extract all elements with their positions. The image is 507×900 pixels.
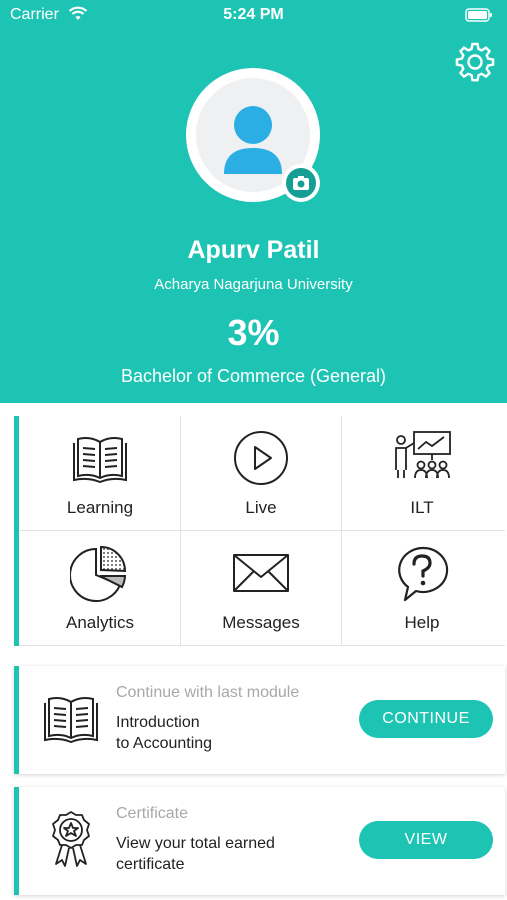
menu-item-help[interactable]: Help — [342, 531, 502, 645]
continue-module-card: Continue with last module Introduction t… — [14, 666, 505, 774]
university-name: Acharya Nagarjuna University — [154, 276, 353, 293]
view-certificate-button[interactable]: VIEW — [359, 821, 493, 859]
menu-item-label: ILT — [410, 498, 434, 517]
battery-icon — [465, 8, 492, 22]
play-icon — [234, 431, 288, 485]
certificate-description-line: certificate — [116, 856, 185, 873]
profile-header: Carrier 5:24 PM Apurv Patil Acharya Naga… — [0, 0, 507, 403]
menu-item-learning[interactable]: Learning — [20, 416, 180, 530]
card-title: Certificate — [116, 805, 189, 822]
menu-item-label: Live — [245, 498, 277, 517]
book-icon — [73, 437, 127, 484]
menu-item-ilt[interactable]: ILT — [342, 416, 502, 530]
menu-item-messages[interactable]: Messages — [181, 531, 341, 645]
card-title: Continue with last module — [116, 684, 300, 701]
degree-name: Bachelor of Commerce (General) — [120, 366, 387, 386]
menu-item-live[interactable]: Live — [181, 416, 341, 530]
course-progress: 3% — [227, 312, 280, 353]
envelope-icon — [233, 554, 289, 592]
status-bar: Carrier 5:24 PM — [0, 0, 507, 32]
pie-chart-icon — [70, 545, 127, 602]
menu-item-label: Analytics — [65, 613, 135, 632]
certificate-description-line: View your total earned — [116, 835, 275, 852]
menu-item-analytics[interactable]: Analytics — [20, 531, 180, 645]
change-photo-button[interactable] — [282, 164, 320, 202]
certificate-card: Certificate View your total earned certi… — [14, 787, 505, 895]
module-name: Introduction to Accounting — [116, 712, 346, 754]
certificate-description: View your total earned certificate — [116, 833, 346, 875]
continue-button[interactable]: CONTINUE — [359, 700, 493, 738]
grid-divider — [19, 645, 505, 646]
question-bubble-icon — [398, 546, 449, 602]
menu-item-label: Help — [404, 613, 440, 632]
book-icon — [44, 697, 98, 744]
award-ribbon-icon — [52, 811, 90, 867]
camera-icon — [293, 176, 309, 190]
module-name-line: Introduction — [116, 714, 200, 731]
module-name-line: to Accounting — [116, 735, 213, 752]
presentation-icon — [395, 431, 451, 479]
menu-item-label: Messages — [222, 613, 300, 632]
menu-item-label: Learning — [66, 498, 134, 517]
gear-icon[interactable] — [453, 40, 497, 84]
menu-grid: Learning Live ILT Analytics Messages Hel… — [14, 416, 505, 646]
user-name: Apurv Patil — [187, 236, 320, 264]
clock: 5:24 PM — [223, 6, 284, 23]
